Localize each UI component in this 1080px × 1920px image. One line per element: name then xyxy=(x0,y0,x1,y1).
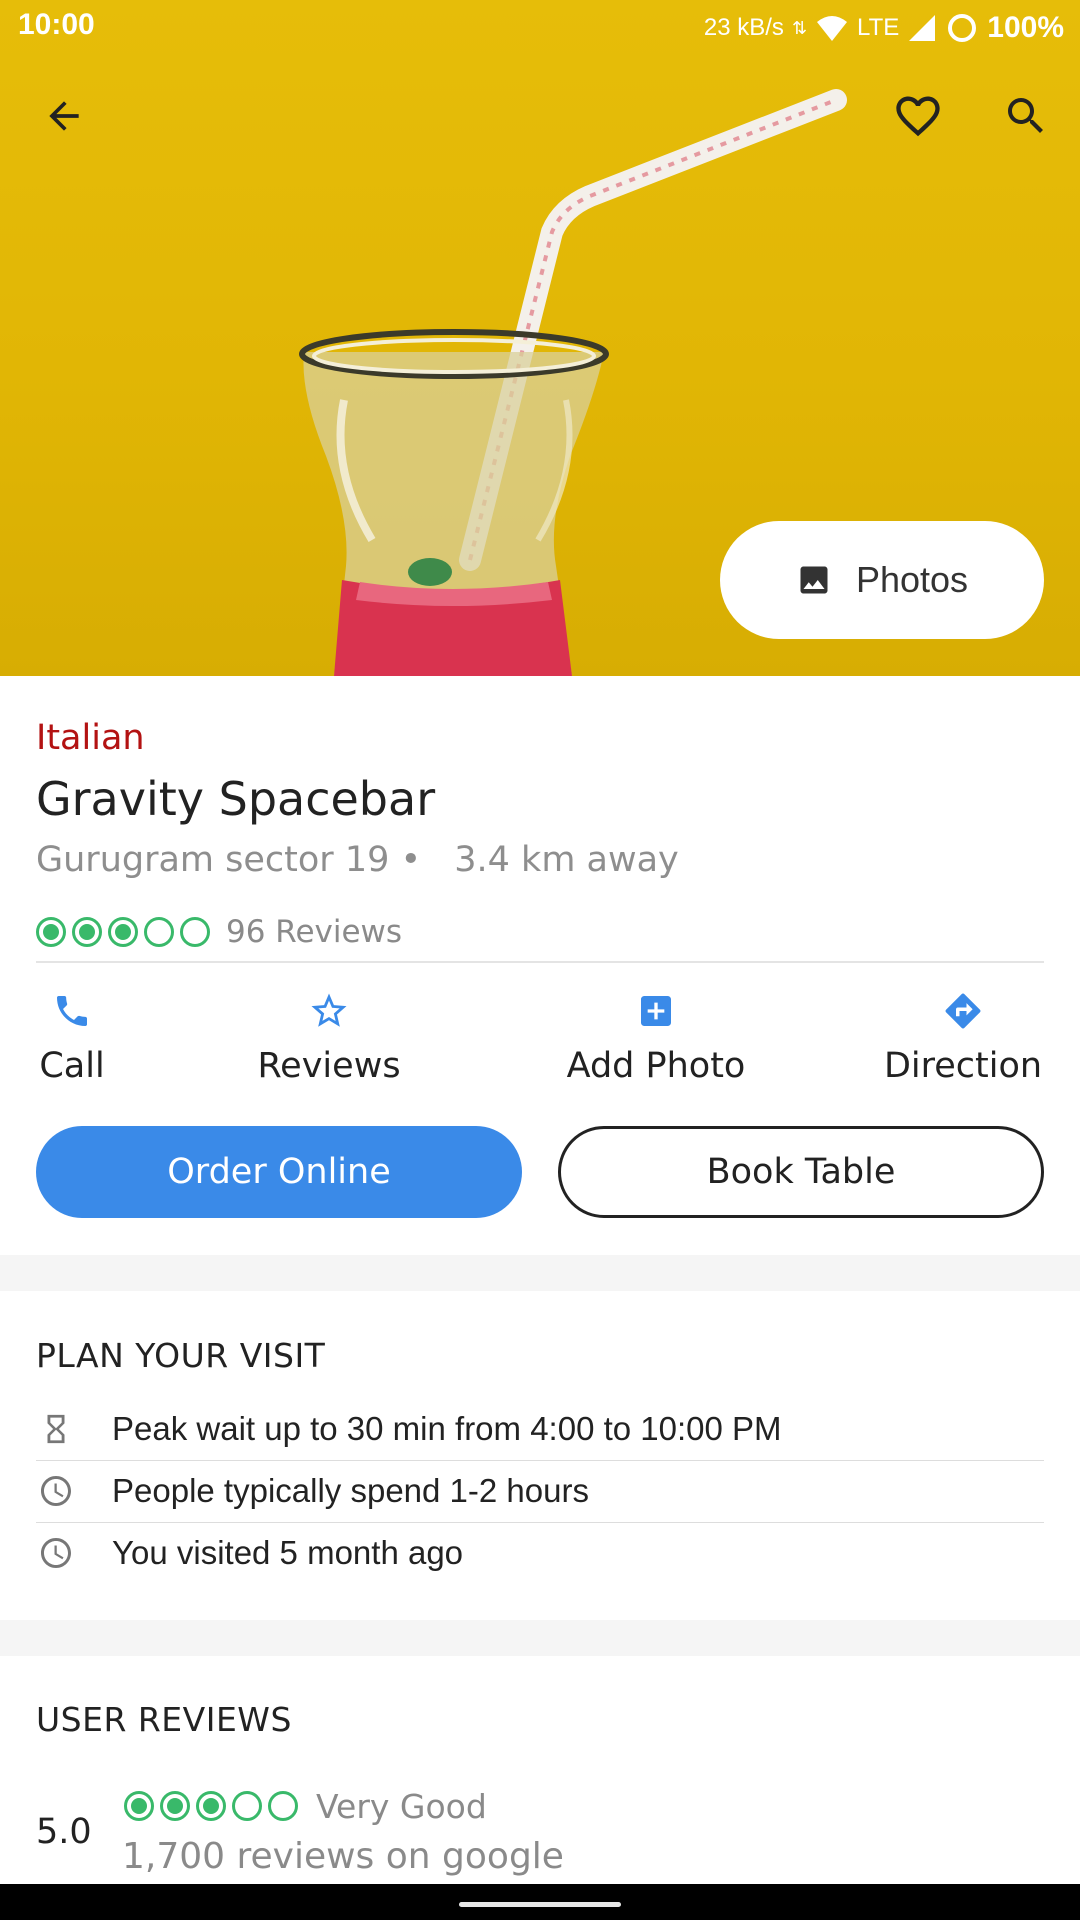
visit-row: You visited 5 month ago xyxy=(36,1522,1044,1584)
review-rating-row: Very Good xyxy=(124,1786,487,1826)
reviews-label: Reviews xyxy=(257,1046,401,1086)
battery-level: 100% xyxy=(987,11,1064,44)
clock-icon xyxy=(41,1476,71,1506)
status-time: 10:00 xyxy=(18,8,95,41)
rating-dot xyxy=(124,1791,154,1821)
add-box-icon xyxy=(641,996,671,1026)
wifi-icon xyxy=(817,16,848,41)
rating-dot xyxy=(36,917,66,947)
phone-icon xyxy=(57,996,87,1026)
status-bar: 10:00 23 kB/s ⇅ LTE 100% xyxy=(0,0,1080,54)
order-online-button[interactable]: Order Online xyxy=(36,1126,522,1218)
book-table-button[interactable]: Book Table xyxy=(558,1126,1044,1218)
call-label: Call xyxy=(39,1046,105,1086)
visit-text: Peak wait up to 30 min from 4:00 to 10:0… xyxy=(112,1410,782,1447)
favorite-button[interactable] xyxy=(882,80,954,152)
direction-label: Direction xyxy=(883,1046,1043,1086)
battery-saver-icon xyxy=(948,14,977,42)
hourglass-icon xyxy=(47,1414,65,1444)
direction-action[interactable]: Direction xyxy=(882,988,1044,1088)
location-line: Gurugram sector 19 • 3.4 km away xyxy=(36,840,679,880)
home-gesture-handle[interactable] xyxy=(459,1902,621,1907)
search-button[interactable] xyxy=(990,80,1062,152)
status-icons: 23 kB/s ⇅ LTE 100% xyxy=(704,8,1064,48)
signal-icon xyxy=(909,15,936,41)
photos-button[interactable]: Photos xyxy=(720,521,1044,639)
visit-text: You visited 5 month ago xyxy=(112,1534,464,1571)
location-text: Gurugram sector 19 • xyxy=(36,840,422,880)
heart-outline-icon xyxy=(896,96,940,137)
add-photo-label: Add Photo xyxy=(566,1046,746,1086)
rating-dot xyxy=(268,1791,298,1821)
user-reviews-title: USER REVIEWS xyxy=(36,1700,292,1739)
visit-row: Peak wait up to 30 min from 4:00 to 10:0… xyxy=(36,1398,1044,1460)
network-type: LTE xyxy=(857,14,900,41)
rating-dot xyxy=(108,917,138,947)
rating-row[interactable]: 96 Reviews xyxy=(36,912,402,952)
section-divider xyxy=(0,1620,1080,1656)
hero-image: 10:00 23 kB/s ⇅ LTE 100% Photos xyxy=(0,0,1080,676)
google-reviews-count[interactable]: 1,700 reviews on google xyxy=(122,1836,564,1877)
rating-dot xyxy=(144,917,174,947)
rating-dot xyxy=(72,917,102,947)
plan-visit-title: PLAN YOUR VISIT xyxy=(36,1336,326,1375)
photos-label: Photos xyxy=(855,559,969,600)
star-outline-icon xyxy=(311,993,347,1027)
image-icon xyxy=(800,566,828,594)
arrow-left-icon xyxy=(49,101,79,131)
distance-text: 3.4 km away xyxy=(454,840,679,880)
rating-dot xyxy=(232,1791,262,1821)
clock-icon xyxy=(41,1538,71,1568)
divider xyxy=(36,961,1044,963)
rating-dot xyxy=(196,1791,226,1821)
cuisine-label: Italian xyxy=(36,718,145,758)
rating-dot xyxy=(180,917,210,947)
back-button[interactable] xyxy=(28,80,100,152)
review-score: 5.0 xyxy=(36,1812,92,1852)
search-icon xyxy=(1008,98,1043,133)
visit-row: People typically spend 1-2 hours xyxy=(36,1460,1044,1522)
net-speed: 23 kB/s xyxy=(703,14,784,41)
rating-dot xyxy=(160,1791,190,1821)
restaurant-name: Gravity Spacebar xyxy=(36,772,436,826)
visit-text: People typically spend 1-2 hours xyxy=(112,1472,589,1509)
section-divider xyxy=(0,1255,1080,1291)
direction-icon xyxy=(945,993,981,1029)
rating-label: Very Good xyxy=(316,1786,487,1826)
reviews-count: 96 Reviews xyxy=(226,914,403,950)
data-arrows-icon: ⇅ xyxy=(791,17,808,38)
call-action[interactable]: Call xyxy=(36,988,108,1088)
system-nav-bar xyxy=(0,1884,1080,1920)
action-bar: Call Reviews Add Photo Direction xyxy=(36,988,1044,1088)
reviews-action[interactable]: Reviews xyxy=(254,988,404,1088)
add-photo-action[interactable]: Add Photo xyxy=(541,988,771,1088)
